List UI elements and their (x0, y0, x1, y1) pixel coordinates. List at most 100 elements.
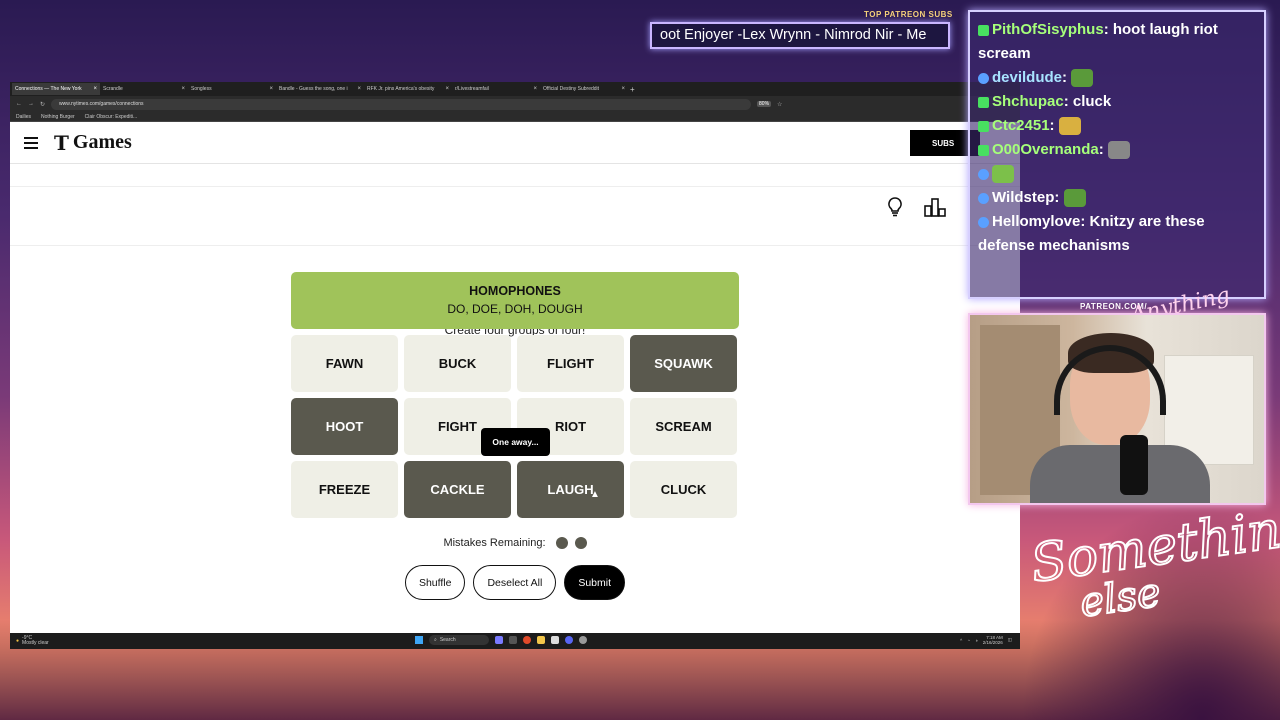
system-tray: ^ ◔ ◑ 7:18 AM 2/16/2026 ◫ (960, 635, 1012, 645)
chat-username[interactable]: Ctc2451 (992, 117, 1050, 134)
chat-username[interactable]: O00Overnanda (992, 141, 1099, 158)
tile-hoot[interactable]: HOOT (291, 398, 398, 455)
wifi-icon[interactable]: ◔ (967, 638, 970, 643)
taskbar-search[interactable]: ⌕ Search (429, 635, 489, 645)
tab-bar: Connections — The New York × Scrandle × So… (10, 82, 1020, 96)
chat-username[interactable]: devildude (992, 69, 1062, 86)
lightbulb-icon[interactable] (886, 197, 904, 217)
tile-squawk[interactable]: SQUAWK (630, 335, 737, 392)
chat-separator: : (1103, 21, 1113, 38)
game-toolbar (10, 186, 1020, 246)
stream-chat: PithOfSisyphus: hoot laugh riot scream de… (968, 10, 1266, 299)
tab-songless[interactable]: Songless × (188, 83, 276, 95)
taskbar-app-icon[interactable] (551, 636, 559, 644)
one-away-toast: One away... (481, 428, 550, 456)
close-icon[interactable]: × (445, 86, 449, 92)
windows-taskbar: ● -9°C Mostly clear ⌕ Search ^ ◔ ◑ 7:18 A… (10, 633, 1020, 649)
url-field[interactable]: www.nytimes.com/games/connections (51, 98, 752, 110)
menu-icon[interactable] (24, 136, 38, 149)
submit-button[interactable]: Submit (564, 565, 626, 600)
chat-message: Hellomylove: Knitzy are these defense me… (978, 210, 1256, 258)
close-icon[interactable]: × (533, 86, 537, 92)
sub-badge-icon (978, 24, 989, 36)
chat-message: Wildstep: (978, 186, 1256, 210)
chat-separator: : (1098, 141, 1108, 158)
taskbar-search-label: Search (439, 637, 456, 643)
task-view-icon[interactable] (509, 636, 517, 644)
address-bar: ← → ↻ www.nytimes.com/games/connections … (10, 96, 1020, 112)
reload-icon[interactable]: ↻ (40, 101, 45, 108)
tab-scrandle[interactable]: Scrandle × (100, 83, 188, 95)
file-explorer-icon[interactable] (537, 636, 545, 644)
tab-label: RFK Jr. pins America's obesity (367, 86, 435, 92)
tile-freeze[interactable]: FREEZE (291, 461, 398, 518)
volume-icon[interactable]: ◑ (975, 638, 978, 643)
tab-bandle[interactable]: Bandle - Guess the song, one i × (276, 83, 364, 95)
windows-start-icon[interactable] (415, 636, 423, 644)
chat-username[interactable]: Wildstep (992, 189, 1054, 206)
tab-livestreamfail[interactable]: r/Livestreamfail × (452, 83, 540, 95)
close-icon[interactable]: × (181, 86, 185, 92)
taskbar-app-icon[interactable] (495, 636, 503, 644)
solved-words: DO, DOE, DOH, DOUGH (447, 302, 583, 316)
chat-text: cluck (1072, 93, 1112, 110)
browser-window: Connections — The New York × Scrandle × So… (10, 82, 1020, 649)
browser-app-icon[interactable] (523, 636, 531, 644)
mistakes-label: Mistakes Remaining: (443, 537, 546, 549)
tab-destiny[interactable]: Official Destiny Subreddit × (540, 83, 628, 95)
tile-flight[interactable]: FLIGHT (517, 335, 624, 392)
tile-scream[interactable]: SCREAM (630, 398, 737, 455)
bookmark-star-icon[interactable]: ☆ (777, 101, 782, 108)
close-icon[interactable]: × (621, 86, 625, 92)
nyt-t-logo: T (54, 130, 69, 155)
chat-username[interactable]: Hellomylove (992, 213, 1080, 230)
chat-username[interactable]: PithOfSisyphus (992, 21, 1104, 38)
chat-message: Shchupac: cluck (978, 90, 1256, 114)
zoom-level[interactable]: 80% (757, 101, 772, 107)
nyt-header: T Games SUBS (10, 122, 1020, 164)
mistakes-remaining: Mistakes Remaining: (10, 537, 1020, 549)
tile-laugh[interactable]: LAUGH (517, 461, 624, 518)
new-tab-icon[interactable]: + (630, 85, 635, 94)
bookmark-clair-obscur[interactable]: Clair Obscur: Expediti... (85, 114, 138, 120)
bookmark-nothing-burger[interactable]: Nothing Burger (41, 114, 75, 120)
tile-cluck[interactable]: CLUCK (630, 461, 737, 518)
games-wordmark: Games (72, 131, 132, 153)
back-icon[interactable]: ← (16, 101, 22, 107)
chat-username[interactable]: Shchupac (992, 93, 1064, 110)
weather-widget[interactable]: ● -9°C Mostly clear (16, 636, 49, 646)
chat-message (978, 162, 1256, 186)
bookmark-dailies[interactable]: Dailies (16, 114, 31, 120)
tab-rfk[interactable]: RFK Jr. pins America's obesity × (364, 83, 452, 95)
mistake-dot (574, 537, 587, 549)
close-icon[interactable]: × (357, 86, 361, 92)
forward-icon[interactable]: → (28, 101, 34, 107)
taskbar-center: ⌕ Search (415, 635, 587, 645)
sub-badge-icon (978, 144, 989, 156)
tile-buck[interactable]: BUCK (404, 335, 511, 392)
tile-fawn[interactable]: FAWN (291, 335, 398, 392)
deselect-all-button[interactable]: Deselect All (473, 565, 557, 600)
shuffle-button[interactable]: Shuffle (404, 565, 466, 600)
tab-label: Official Destiny Subreddit (543, 86, 600, 92)
obs-icon[interactable] (579, 636, 587, 644)
discord-icon[interactable] (565, 636, 573, 644)
tile-cackle[interactable]: CACKLE (404, 461, 511, 518)
sub-badge-icon (978, 96, 989, 108)
chat-emote-icon (1063, 189, 1086, 208)
tab-connections[interactable]: Connections — The New York × (12, 83, 100, 95)
clock-date: 2/16/2026 (982, 640, 1003, 645)
tile-grid: FAWN BUCK FLIGHT SQUAWK HOOT FIGHT RIOT SCREAM F… (291, 335, 739, 518)
nyt-games-logo[interactable]: T Games (54, 131, 132, 155)
tab-label: r/Livestreamfail (455, 86, 489, 92)
tray-chevron-icon[interactable]: ^ (960, 638, 962, 643)
stats-icon[interactable] (924, 197, 946, 217)
patreon-ticker: oot Enjoyer -Lex Wrynn - Nimrod Nir - Me (650, 22, 950, 49)
chat-message: PithOfSisyphus: hoot laugh riot scream (978, 18, 1256, 66)
chat-emote-icon (1071, 69, 1094, 88)
close-icon[interactable]: × (269, 86, 273, 92)
mistake-dots (555, 537, 587, 549)
notifications-icon[interactable]: ◫ (1008, 637, 1012, 643)
close-icon[interactable]: × (93, 86, 97, 92)
weather-desc: Mostly clear (22, 640, 49, 646)
